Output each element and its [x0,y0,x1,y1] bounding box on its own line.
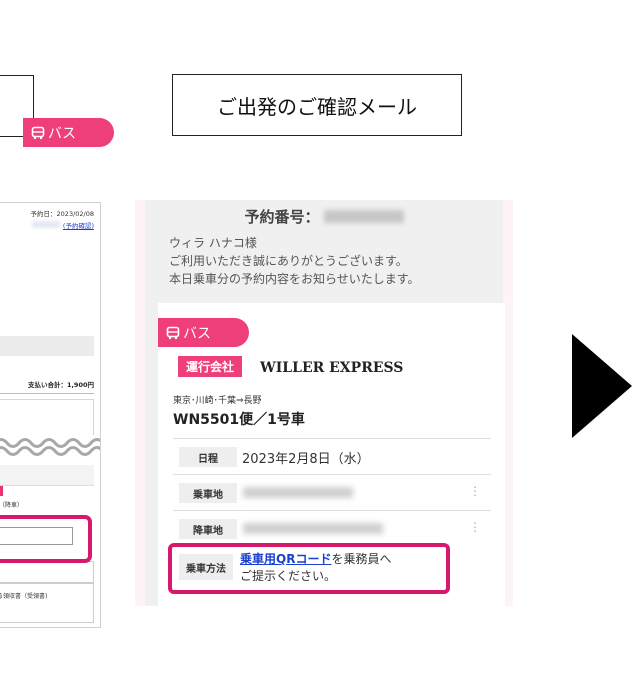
dropoff-label: 降車地 [179,519,237,539]
blurred-number [32,221,60,228]
reservation-check-link[interactable]: (予約確認) [63,220,94,230]
greeting: ウィラ ハナコ様 ご利用いただき誠にありがとうございます。 本日乗車分の予約内容… [169,234,420,288]
bus-icon [31,126,45,139]
table-row [0,465,94,486]
bus-tab-visible: バス [158,318,249,347]
blurred-dropoff-place [243,523,383,534]
receipt-text: る領収書（受領書) [0,593,48,600]
info-row-schedule: 日程 2023年2月8日（水） [173,438,491,474]
bus-icon [166,326,180,339]
schedule-value: 2023年2月8日（水） [242,452,370,467]
pink-badge: る [0,486,3,496]
info-box-2 [0,561,94,583]
bus-tab-label: バス [183,325,211,342]
section-header-bar [0,336,94,356]
greeting-thanks: ご利用いただき誠にありがとうございます。 [169,254,408,268]
blurred-reservation-number [323,210,404,223]
blurred-boarding-place [243,487,353,498]
boarding-method-highlight [168,543,450,594]
bus-tab-label: バス [48,125,76,142]
divider [0,393,94,394]
greeting-notice: 本日乗車分の予約内容をお知らせいたします。 [169,272,420,286]
reservation-number: 予約番号： [145,206,503,227]
bus-tab: バス [23,118,114,147]
boarding-label: 乗車地 [179,483,237,503]
payment-total: 支払い合計：1,900円 [27,381,94,389]
more-icon: ⋮ [469,484,481,498]
more-icon: ⋮ [469,520,481,534]
greeting-name: ウィラ ハナコ様 [169,236,257,250]
info-row-boarding: 乗車地 ⋮ [173,474,491,510]
left-document-preview: 予約日：2023/02/08 (予約確認) 支払い合計：1,900円 る （降車… [0,202,101,628]
operator-badge: 運行会社 [178,356,243,377]
left-highlight-frame [0,515,92,563]
route: 東京･川崎･千葉⇒長野 [173,396,262,406]
torn-edge-wave [0,435,100,459]
operator-name: WILLER EXPRESS [260,360,404,376]
reservation-label: 予約番号： [244,208,320,226]
email-title-box: ご出発のご確認メール [172,74,462,136]
schedule-label: 日程 [179,447,237,467]
next-arrow-icon [572,334,632,438]
info-row-dropoff: 降車地 ⋮ [173,510,491,546]
reservation-date: 予約日：2023/02/08 [30,210,94,218]
flight-number: WN5501便／1号車 [173,412,305,428]
info-box-3 [0,583,94,623]
drop-off-label: （降車） [0,502,24,509]
